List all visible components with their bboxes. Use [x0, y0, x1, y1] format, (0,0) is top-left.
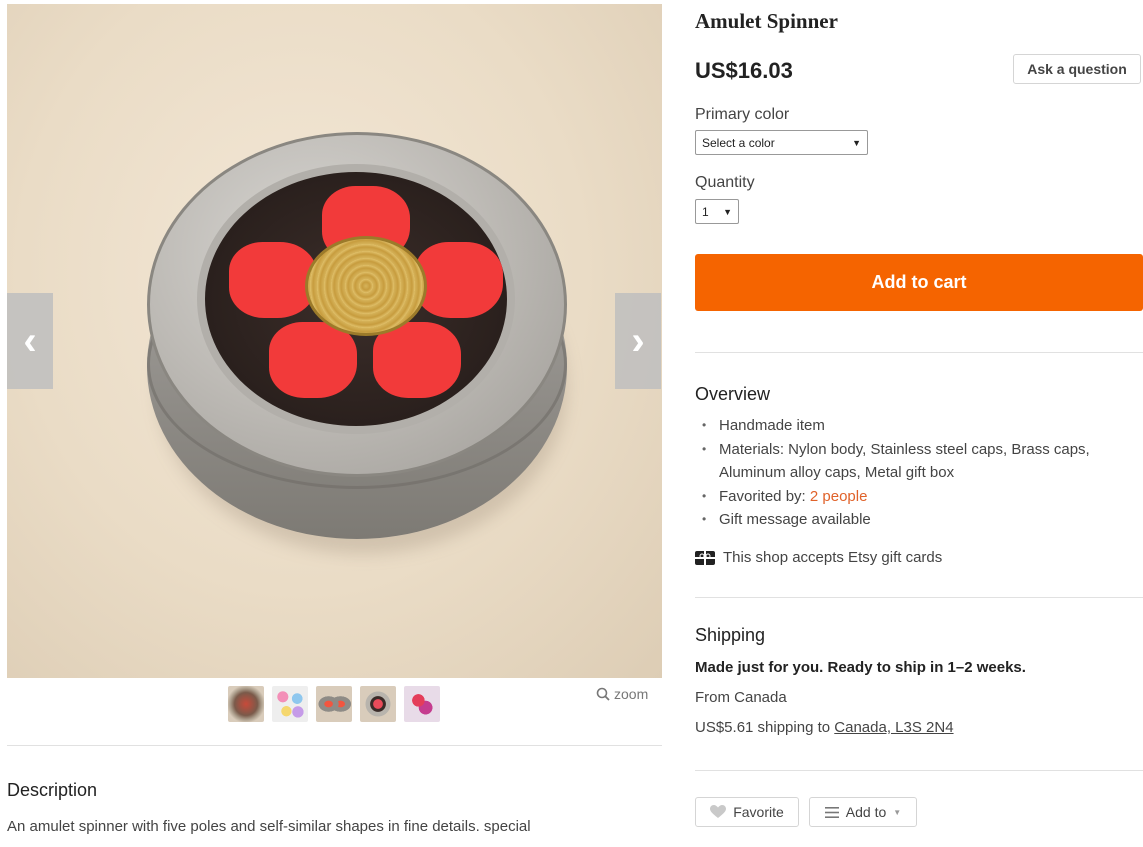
spinner-petal: [415, 242, 503, 318]
chevron-left-icon: ‹: [23, 318, 37, 363]
shipping-heading: Shipping: [695, 625, 766, 645]
gift-card-notice: This shop accepts Etsy gift cards: [695, 549, 942, 566]
add-to-list-button[interactable]: Add to ▼: [809, 797, 917, 827]
add-to-cart-button[interactable]: Add to cart: [695, 254, 1143, 311]
divider: [695, 770, 1143, 771]
spinner-brass-cap: [305, 236, 427, 336]
quantity-value: 1: [702, 204, 709, 219]
list-icon: [824, 806, 839, 818]
zoom-button[interactable]: zoom: [596, 686, 648, 702]
favorited-people-link[interactable]: 2 people: [810, 488, 868, 505]
zoom-label: zoom: [614, 686, 649, 702]
list-item: Handmade item: [702, 414, 1143, 438]
thumbnail[interactable]: [228, 686, 264, 722]
primary-color-value: Select a color: [702, 135, 775, 150]
ask-question-button[interactable]: Ask a question: [1013, 54, 1141, 84]
chevron-right-icon: ›: [631, 318, 645, 363]
thumbnail[interactable]: [272, 686, 308, 722]
overview-list: Handmade item Materials: Nylon body, Sta…: [702, 414, 1143, 532]
caret-down-icon: ▼: [893, 807, 902, 817]
quantity-select[interactable]: 1 ▼: [695, 199, 739, 224]
list-item: Favorited by: 2 people: [702, 485, 1143, 509]
gift-card-text: This shop accepts Etsy gift cards: [723, 549, 943, 566]
overview-heading: Overview: [695, 384, 771, 404]
gift-card-icon: [695, 550, 715, 565]
divider: [7, 745, 662, 746]
list-item: Gift message available: [702, 508, 1143, 532]
favorite-button[interactable]: Favorite: [695, 797, 799, 827]
overview-item-text: Gift message available: [719, 511, 871, 528]
listing-title: Amulet Spinner: [695, 9, 838, 33]
spinner-petal: [269, 322, 357, 398]
list-item: Materials: Nylon body, Stainless steel c…: [702, 438, 1143, 485]
gallery-next-button[interactable]: ›: [615, 293, 661, 389]
shipping-ready-text: Made just for you. Ready to ship in 1–2 …: [695, 659, 1026, 676]
listing-price: US$16.03: [695, 58, 793, 83]
overview-item-text: Materials: Nylon body, Stainless steel c…: [719, 440, 1090, 482]
thumbnail[interactable]: [360, 686, 396, 722]
favorited-label: Favorited by:: [719, 487, 806, 505]
thumbnail-strip: [228, 686, 440, 722]
caret-down-icon: ▼: [852, 137, 861, 148]
description-text: An amulet spinner with five poles and se…: [7, 818, 531, 835]
shipping-cost-text: US$5.61 shipping to: [695, 719, 831, 736]
heart-icon: [710, 805, 727, 818]
gallery-prev-button[interactable]: ‹: [7, 293, 53, 389]
overview-item-text: Handmade item: [719, 417, 825, 434]
spinner-petal: [373, 322, 461, 398]
main-product-photo[interactable]: ‹ ›: [7, 4, 662, 678]
shipping-cost: US$5.61 shipping to Canada, L3S 2N4: [695, 719, 954, 736]
shipping-destination-link[interactable]: Canada, L3S 2N4: [834, 719, 953, 736]
favorite-label: Favorite: [733, 804, 784, 820]
thumbnail[interactable]: [316, 686, 352, 722]
spinner-petal: [229, 242, 317, 318]
divider: [695, 597, 1143, 598]
caret-down-icon: ▼: [723, 206, 732, 217]
quantity-label: Quantity: [695, 174, 755, 191]
shipping-origin: From Canada: [695, 689, 787, 706]
thumbnail[interactable]: [404, 686, 440, 722]
divider: [695, 352, 1143, 353]
primary-color-label: Primary color: [695, 106, 790, 123]
description-heading: Description: [7, 780, 98, 800]
add-to-label: Add to: [845, 804, 887, 820]
search-icon: [596, 687, 610, 701]
primary-color-select[interactable]: Select a color ▼: [695, 130, 868, 155]
